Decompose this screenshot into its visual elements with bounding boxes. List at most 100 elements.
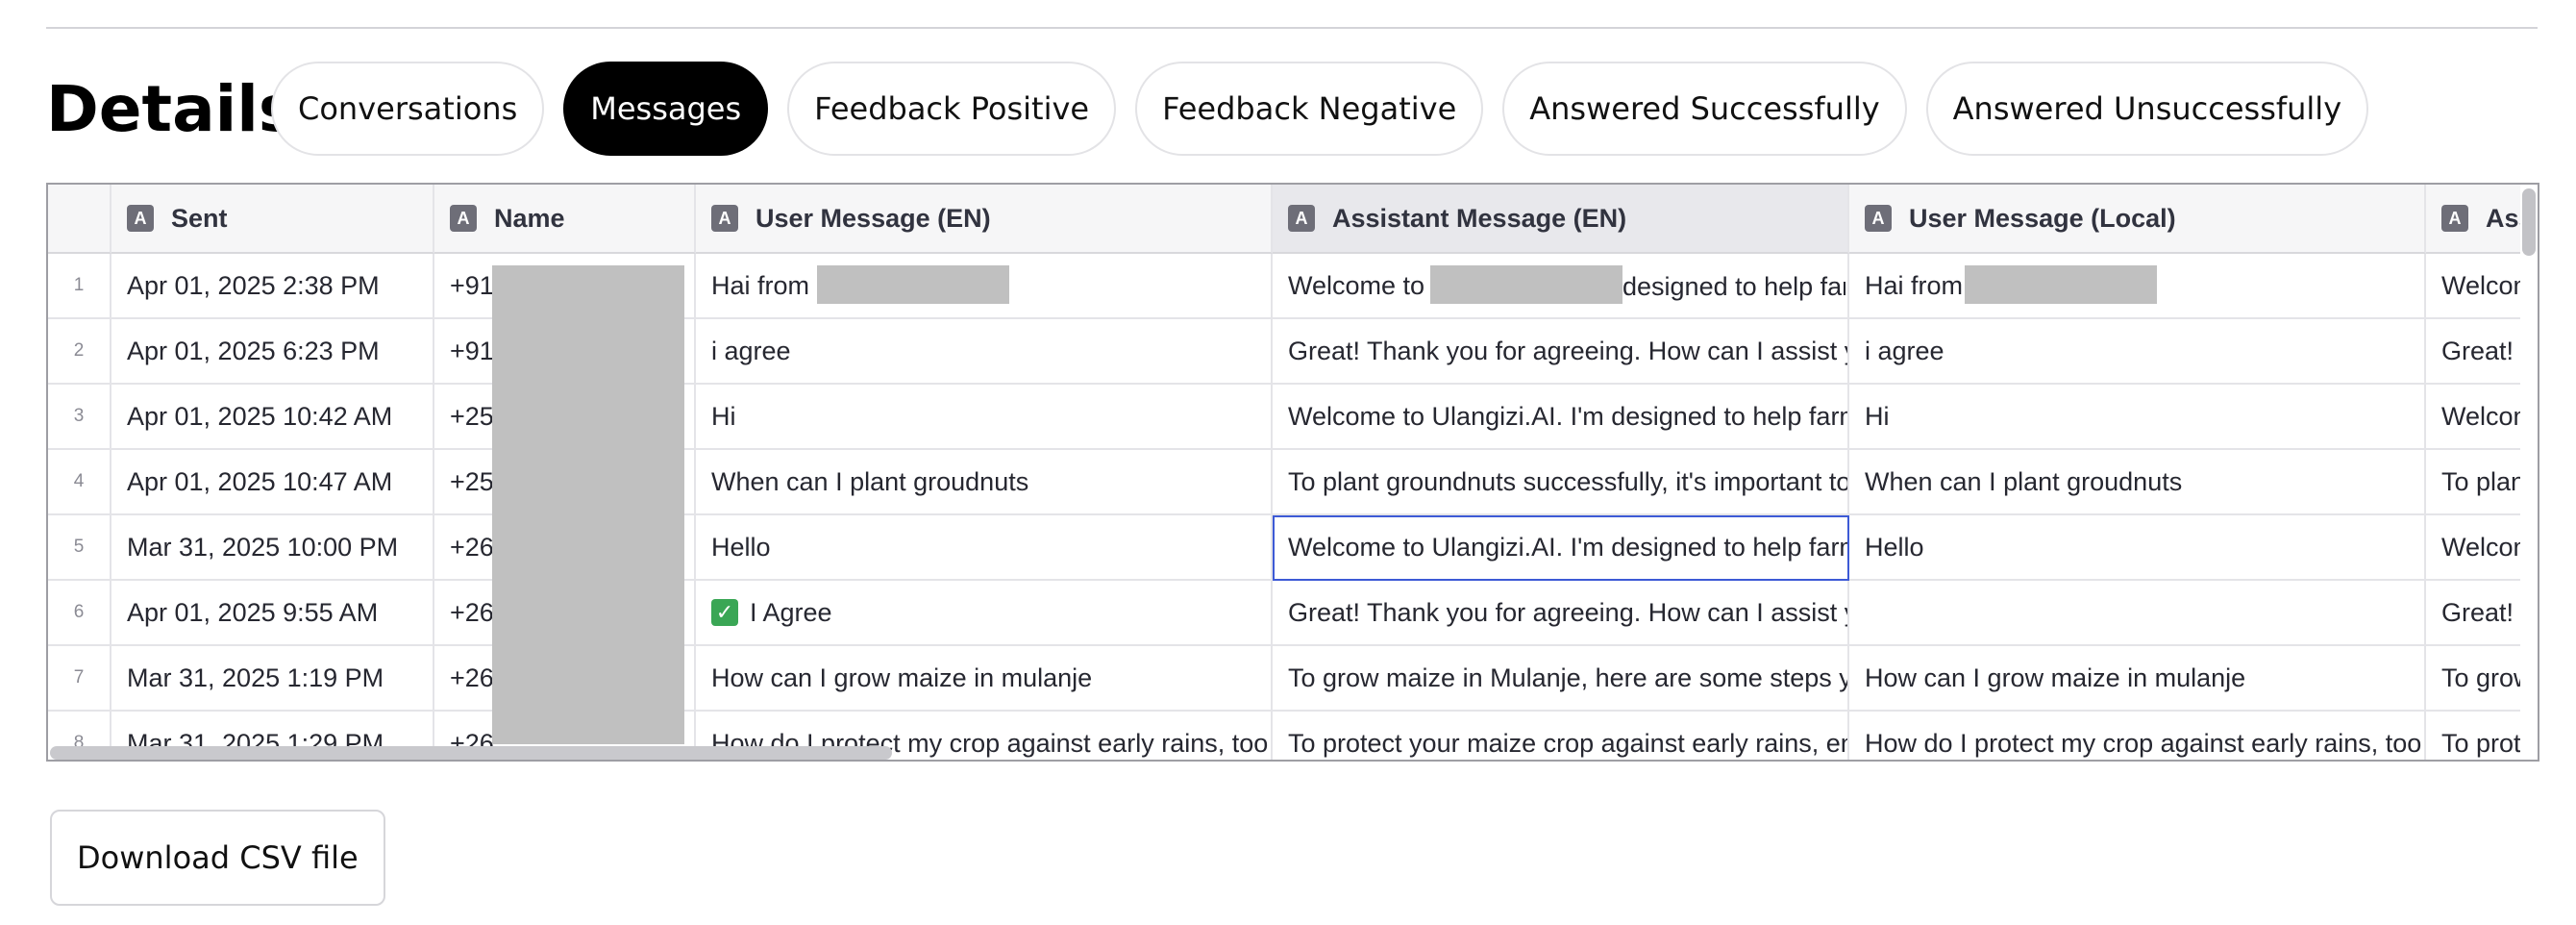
cell-text: Hi [711,401,736,431]
cell-text: Apr 01, 2025 2:38 PM [127,270,380,300]
redaction-block [817,265,1009,304]
table-cell[interactable]: ✓ I Agree [696,581,1273,646]
table-cell[interactable]: Apr 01, 2025 10:47 AM [111,450,434,515]
table-cell[interactable]: Mar 31, 2025 1:19 PM [111,646,434,712]
table-cell[interactable]: Apr 01, 2025 9:55 AM [111,581,434,646]
table-cell[interactable]: When can I plant groudnuts [696,450,1273,515]
table-cell[interactable]: Great! Thank you for agreeing. How can I… [1273,581,1849,646]
table-cell[interactable]: To grow maize in Mulanje, here are some … [1273,646,1849,712]
cell-text: To plant groundnuts successfully, it's i… [1288,466,1849,496]
cell-text: Apr 01, 2025 6:23 PM [127,336,380,365]
tab-messages[interactable]: Messages [563,62,769,156]
row-index: 1 [48,254,111,319]
tab-answered-successfully[interactable]: Answered Successfully [1502,62,1907,156]
cell-text: Hello [1865,532,1924,562]
text-type-icon: A [127,205,154,232]
column-header-assistant-message-en[interactable]: A Assistant Message (EN) [1273,185,1849,254]
table-cell[interactable]: Hello [696,515,1273,581]
download-csv-button[interactable]: Download CSV file [50,810,385,906]
table-cell[interactable]: Apr 01, 2025 2:38 PM [111,254,434,319]
row-index-header [48,185,111,254]
column-header-sent[interactable]: A Sent [111,185,434,254]
cell-text: Welcome to Ulangizi.AI. I'm designed to … [1288,401,1849,431]
cell-text: Mar 31, 2025 10:00 PM [127,532,399,562]
cell-text: i agree [711,336,791,365]
cell-text: Great! Thank you for agreeing. How can I… [1288,336,1847,365]
row-index: 5 [48,515,111,581]
table-cell[interactable]: Hi [1849,385,2426,450]
cell-text: +25 [450,401,494,431]
table-cell[interactable]: Hi [696,385,1273,450]
cell-text: +91 [450,336,494,365]
cell-text: Great! Thank you for agreeing. How can I… [1288,597,1847,627]
row-index: 2 [48,319,111,385]
table-cell[interactable]: Great! Thank you for agreeing. How can I… [1273,319,1849,385]
cell-text: I Agree [750,597,832,627]
column-label: Assistant Message (EN) [1332,203,1627,233]
horizontal-scrollbar-thumb[interactable] [50,746,892,760]
cell-text: +26 [450,532,494,562]
cell-text: +25 [450,466,494,496]
top-divider [46,27,2538,29]
table-cell[interactable]: Apr 01, 2025 6:23 PM [111,319,434,385]
cell-text: Apr 01, 2025 10:47 AM [127,466,393,496]
cell-text: When can I plant groudnuts [1865,466,2183,496]
row-index: 4 [48,450,111,515]
table-cell[interactable]: To plant groundnuts successfully, it's i… [1273,450,1849,515]
tab-feedback-negative[interactable]: Feedback Negative [1135,62,1484,156]
column-header-user-message-en[interactable]: A User Message (EN) [696,185,1273,254]
table-cell[interactable] [1849,581,2426,646]
cell-text: designed to help farmers [1622,271,1845,301]
tab-conversations[interactable]: Conversations [271,62,545,156]
column-label: User Message (Local) [1909,203,2176,233]
row-index: 3 [48,385,111,450]
column-header-name[interactable]: A Name [434,185,696,254]
table-cell[interactable]: i agree [696,319,1273,385]
row-index: 7 [48,646,111,712]
table-cell[interactable]: Welcome to Ulangizi.AI. I'm designed to … [1273,385,1849,450]
table-cell[interactable]: Welcome to Ulangizi.AI. I'm designed to … [1273,515,1849,581]
table-cell[interactable]: When can I plant groudnuts [1849,450,2426,515]
table-cell[interactable]: Apr 01, 2025 10:42 AM [111,385,434,450]
table-cell[interactable]: How can I grow maize in mulanje [696,646,1273,712]
tab-feedback-positive[interactable]: Feedback Positive [787,62,1117,156]
text-type-icon: A [711,205,738,232]
redaction-block [1430,265,1622,304]
cell-text: Welcome to Ulangizi.AI. I'm designed to … [1288,532,1849,562]
messages-table[interactable]: A Sent A Name A User Message (EN) A Assistant M… [46,183,2539,762]
cell-text: Hai from [711,270,810,300]
cell-text: To grow maize in Mulanje, here are some … [1288,662,1847,692]
row-index: 6 [48,581,111,646]
cell-text: How can I grow maize in mulanje [1865,662,2246,692]
table-cell[interactable]: Mar 31, 2025 10:00 PM [111,515,434,581]
cell-text: +26 [450,597,494,627]
table-cell[interactable]: How can I grow maize in mulanje [1849,646,2426,712]
table-cell[interactable]: Hello [1849,515,2426,581]
table-cell[interactable]: To protect your maize crop against early… [1273,712,1849,760]
cell-text: To protect your maize crop against early… [1288,728,1849,758]
column-header-user-message-local[interactable]: A User Message (Local) [1849,185,2426,254]
table-cell[interactable]: How do I protect my crop against early r… [1849,712,2426,760]
check-mark-icon: ✓ [711,599,738,626]
text-type-icon: A [1865,205,1892,232]
redaction-block [492,265,684,744]
cell-text: i agree [1865,336,1944,365]
vertical-scrollbar-track[interactable] [2520,185,2538,760]
text-type-icon: A [1288,205,1315,232]
column-label: User Message (EN) [755,203,991,233]
cell-text: Apr 01, 2025 10:42 AM [127,401,393,431]
vertical-scrollbar-thumb[interactable] [2522,188,2536,256]
cell-text: Hai from [1865,270,1964,300]
redaction-block [1965,265,2157,304]
column-label: Sent [171,203,228,233]
table-cell[interactable]: i agree [1849,319,2426,385]
text-type-icon: A [2441,205,2468,232]
tab-bar: Conversations Messages Feedback Positive… [271,62,2369,156]
cell-text: Welcome to [1288,270,1425,300]
cell-text: When can I plant groudnuts [711,466,1029,496]
tab-answered-unsuccessfully[interactable]: Answered Unsuccessfully [1925,62,2369,156]
cell-text: How do I protect my crop against early r… [1865,728,2422,758]
cell-text: Mar 31, 2025 1:19 PM [127,662,384,692]
cell-text: How can I grow maize in mulanje [711,662,1093,692]
cell-text: Hi [1865,401,1890,431]
